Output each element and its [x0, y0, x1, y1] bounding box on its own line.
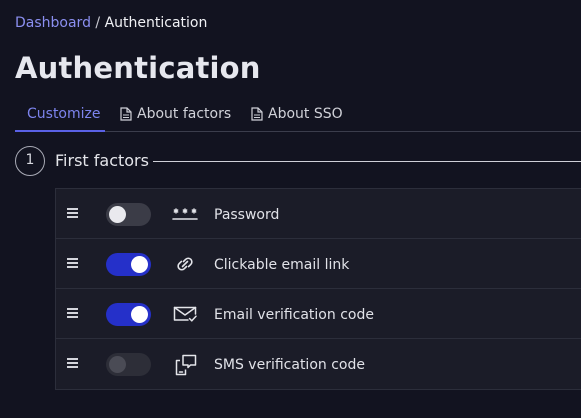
sms-code-toggle[interactable]: [106, 353, 151, 376]
factor-label: SMS verification code: [214, 357, 365, 373]
breadcrumb: Dashboard / Authentication: [15, 14, 207, 32]
tab-bar: Customize About factors About SSO: [15, 100, 581, 132]
document-icon: [120, 107, 132, 121]
section-title: First factors: [55, 151, 149, 170]
breadcrumb-separator: /: [90, 15, 105, 31]
email-check-icon: [173, 306, 197, 322]
tab-about-sso-label: About SSO: [268, 106, 343, 122]
tab-customize[interactable]: Customize: [15, 100, 105, 132]
password-toggle[interactable]: [106, 203, 151, 226]
tab-customize-label: Customize: [27, 106, 101, 122]
factor-label: Email verification code: [214, 307, 374, 323]
drag-handle-icon[interactable]: [67, 308, 78, 319]
tab-about-factors-label: About factors: [137, 106, 232, 122]
drag-handle-icon[interactable]: [67, 258, 78, 269]
factor-row-email-link: Clickable email link: [56, 239, 581, 289]
factor-label: Password: [214, 207, 280, 223]
factor-row-password: Password: [56, 189, 581, 239]
password-asterisks-icon: [172, 208, 198, 220]
link-icon: [177, 257, 193, 271]
toggle-knob: [131, 306, 148, 323]
email-code-toggle[interactable]: [106, 303, 151, 326]
tab-about-factors[interactable]: About factors: [120, 100, 231, 132]
step-number: 1: [15, 146, 45, 176]
factor-row-email-code: Email verification code: [56, 289, 581, 339]
toggle-knob: [131, 256, 148, 273]
authentication-page: Dashboard / Authentication Authenticatio…: [0, 0, 581, 418]
drag-handle-icon[interactable]: [67, 358, 78, 369]
email-link-toggle[interactable]: [106, 253, 151, 276]
document-icon: [251, 107, 263, 121]
drag-handle-icon[interactable]: [67, 208, 78, 219]
breadcrumb-dashboard-link[interactable]: Dashboard: [15, 15, 91, 31]
toggle-knob: [109, 356, 126, 373]
phone-message-icon: [175, 354, 197, 376]
tab-about-sso[interactable]: About SSO: [251, 100, 343, 132]
toggle-knob: [109, 206, 126, 223]
breadcrumb-current: Authentication: [104, 15, 208, 31]
factor-list: Password Clickable email link Email veri…: [55, 188, 581, 390]
factor-label: Clickable email link: [214, 257, 350, 273]
first-factors-header: 1 First factors: [15, 146, 581, 176]
factor-row-sms-code: SMS verification code: [56, 339, 581, 389]
section-divider: [153, 161, 581, 162]
page-title: Authentication: [15, 51, 261, 85]
